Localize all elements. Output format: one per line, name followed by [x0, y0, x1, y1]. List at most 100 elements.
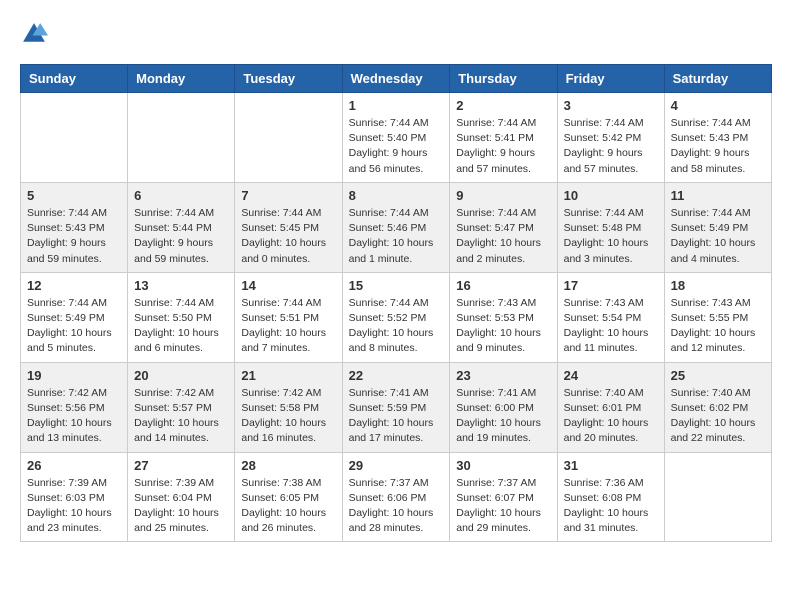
day-number: 18 — [671, 278, 765, 293]
calendar-cell: 10Sunrise: 7:44 AM Sunset: 5:48 PM Dayli… — [557, 182, 664, 272]
day-number: 5 — [27, 188, 121, 203]
day-number: 19 — [27, 368, 121, 383]
day-of-week-header: Monday — [128, 65, 235, 93]
day-number: 12 — [27, 278, 121, 293]
calendar-cell: 28 Sunrise: 7:38 AM Sunset: 6:05 PM Dayli… — [235, 452, 342, 542]
day-of-week-header: Sunday — [21, 65, 128, 93]
calendar-header-row: SundayMondayTuesdayWednesdayThursdayFrid… — [21, 65, 772, 93]
day-info: Sunrise: 7:43 AM Sunset: 5:53 PM Dayligh… — [456, 296, 550, 357]
day-info: Sunrise: 7:41 AM Sunset: 6:00 PM Dayligh… — [456, 386, 550, 447]
calendar-cell: 8 Sunrise: 7:44 AM Sunset: 5:46 PM Daylig… — [342, 182, 450, 272]
calendar-cell: 31Sunrise: 7:36 AM Sunset: 6:08 PM Dayli… — [557, 452, 664, 542]
calendar-cell: 3 Sunrise: 7:44 AM Sunset: 5:42 PM Daylig… — [557, 93, 664, 183]
calendar-cell: 19 Sunrise: 7:42 AM Sunset: 5:56 PM Dayli… — [21, 362, 128, 452]
calendar-cell: 14 Sunrise: 7:44 AM Sunset: 5:51 PM Dayli… — [235, 272, 342, 362]
day-info: Sunrise: 7:44 AM Sunset: 5:44 PM Dayligh… — [134, 206, 228, 267]
day-info: Sunrise: 7:42 AM Sunset: 5:56 PM Dayligh… — [27, 386, 121, 447]
day-number: 30 — [456, 458, 550, 473]
calendar-cell — [235, 93, 342, 183]
calendar-cell: 23Sunrise: 7:41 AM Sunset: 6:00 PM Dayli… — [450, 362, 557, 452]
day-of-week-header: Friday — [557, 65, 664, 93]
calendar-cell: 16 Sunrise: 7:43 AM Sunset: 5:53 PM Dayli… — [450, 272, 557, 362]
calendar-cell: 18Sunrise: 7:43 AM Sunset: 5:55 PM Dayli… — [664, 272, 771, 362]
calendar-cell: 17 Sunrise: 7:43 AM Sunset: 5:54 PM Dayli… — [557, 272, 664, 362]
calendar-cell: 7Sunrise: 7:44 AM Sunset: 5:45 PM Daylig… — [235, 182, 342, 272]
day-info: Sunrise: 7:44 AM Sunset: 5:50 PM Dayligh… — [134, 296, 228, 357]
day-number: 14 — [241, 278, 335, 293]
day-number: 9 — [456, 188, 550, 203]
day-info: Sunrise: 7:43 AM Sunset: 5:54 PM Dayligh… — [564, 296, 658, 357]
day-of-week-header: Wednesday — [342, 65, 450, 93]
calendar-cell: 26 Sunrise: 7:39 AM Sunset: 6:03 PM Dayli… — [21, 452, 128, 542]
calendar-cell — [664, 452, 771, 542]
calendar-cell — [21, 93, 128, 183]
day-info: Sunrise: 7:44 AM Sunset: 5:47 PM Dayligh… — [456, 206, 550, 267]
calendar-cell: 12 Sunrise: 7:44 AM Sunset: 5:49 PM Dayli… — [21, 272, 128, 362]
day-number: 25 — [671, 368, 765, 383]
calendar-cell: 13Sunrise: 7:44 AM Sunset: 5:50 PM Dayli… — [128, 272, 235, 362]
calendar-cell: 21 Sunrise: 7:42 AM Sunset: 5:58 PM Dayli… — [235, 362, 342, 452]
day-number: 26 — [27, 458, 121, 473]
day-info: Sunrise: 7:38 AM Sunset: 6:05 PM Dayligh… — [241, 476, 335, 537]
calendar-week-row: 5Sunrise: 7:44 AM Sunset: 5:43 PM Daylig… — [21, 182, 772, 272]
calendar-week-row: 12 Sunrise: 7:44 AM Sunset: 5:49 PM Dayli… — [21, 272, 772, 362]
day-info: Sunrise: 7:41 AM Sunset: 5:59 PM Dayligh… — [349, 386, 444, 447]
day-number: 3 — [564, 98, 658, 113]
page-header — [20, 20, 772, 48]
day-number: 24 — [564, 368, 658, 383]
day-number: 27 — [134, 458, 228, 473]
day-of-week-header: Tuesday — [235, 65, 342, 93]
calendar-table: SundayMondayTuesdayWednesdayThursdayFrid… — [20, 64, 772, 542]
day-info: Sunrise: 7:44 AM Sunset: 5:43 PM Dayligh… — [671, 116, 765, 177]
day-number: 28 — [241, 458, 335, 473]
day-info: Sunrise: 7:40 AM Sunset: 6:01 PM Dayligh… — [564, 386, 658, 447]
day-number: 17 — [564, 278, 658, 293]
day-info: Sunrise: 7:44 AM Sunset: 5:49 PM Dayligh… — [27, 296, 121, 357]
calendar-cell: 30Sunrise: 7:37 AM Sunset: 6:07 PM Dayli… — [450, 452, 557, 542]
day-number: 8 — [349, 188, 444, 203]
day-info: Sunrise: 7:44 AM Sunset: 5:51 PM Dayligh… — [241, 296, 335, 357]
day-info: Sunrise: 7:39 AM Sunset: 6:04 PM Dayligh… — [134, 476, 228, 537]
calendar-cell: 25 Sunrise: 7:40 AM Sunset: 6:02 PM Dayli… — [664, 362, 771, 452]
day-info: Sunrise: 7:42 AM Sunset: 5:58 PM Dayligh… — [241, 386, 335, 447]
calendar-week-row: 19 Sunrise: 7:42 AM Sunset: 5:56 PM Dayli… — [21, 362, 772, 452]
day-info: Sunrise: 7:40 AM Sunset: 6:02 PM Dayligh… — [671, 386, 765, 447]
calendar-cell: 22 Sunrise: 7:41 AM Sunset: 5:59 PM Dayli… — [342, 362, 450, 452]
day-info: Sunrise: 7:44 AM Sunset: 5:48 PM Dayligh… — [564, 206, 658, 267]
calendar-cell: 29 Sunrise: 7:37 AM Sunset: 6:06 PM Dayli… — [342, 452, 450, 542]
day-info: Sunrise: 7:44 AM Sunset: 5:46 PM Dayligh… — [349, 206, 444, 267]
calendar-cell: 20Sunrise: 7:42 AM Sunset: 5:57 PM Dayli… — [128, 362, 235, 452]
logo — [20, 20, 52, 48]
day-info: Sunrise: 7:37 AM Sunset: 6:06 PM Dayligh… — [349, 476, 444, 537]
day-number: 21 — [241, 368, 335, 383]
day-number: 6 — [134, 188, 228, 203]
day-info: Sunrise: 7:44 AM Sunset: 5:42 PM Dayligh… — [564, 116, 658, 177]
day-info: Sunrise: 7:36 AM Sunset: 6:08 PM Dayligh… — [564, 476, 658, 537]
calendar-cell: 6 Sunrise: 7:44 AM Sunset: 5:44 PM Daylig… — [128, 182, 235, 272]
day-number: 20 — [134, 368, 228, 383]
calendar-cell: 2Sunrise: 7:44 AM Sunset: 5:41 PM Daylig… — [450, 93, 557, 183]
day-number: 1 — [349, 98, 444, 113]
day-number: 7 — [241, 188, 335, 203]
day-of-week-header: Saturday — [664, 65, 771, 93]
calendar-week-row: 26 Sunrise: 7:39 AM Sunset: 6:03 PM Dayli… — [21, 452, 772, 542]
day-number: 15 — [349, 278, 444, 293]
day-info: Sunrise: 7:44 AM Sunset: 5:49 PM Dayligh… — [671, 206, 765, 267]
day-info: Sunrise: 7:44 AM Sunset: 5:52 PM Dayligh… — [349, 296, 444, 357]
day-number: 4 — [671, 98, 765, 113]
calendar-cell: 24 Sunrise: 7:40 AM Sunset: 6:01 PM Dayli… — [557, 362, 664, 452]
calendar-cell: 4 Sunrise: 7:44 AM Sunset: 5:43 PM Daylig… — [664, 93, 771, 183]
day-number: 11 — [671, 188, 765, 203]
calendar-cell: 5Sunrise: 7:44 AM Sunset: 5:43 PM Daylig… — [21, 182, 128, 272]
calendar-cell: 27 Sunrise: 7:39 AM Sunset: 6:04 PM Dayli… — [128, 452, 235, 542]
calendar-cell: 1Sunrise: 7:44 AM Sunset: 5:40 PM Daylig… — [342, 93, 450, 183]
day-number: 16 — [456, 278, 550, 293]
day-info: Sunrise: 7:39 AM Sunset: 6:03 PM Dayligh… — [27, 476, 121, 537]
day-of-week-header: Thursday — [450, 65, 557, 93]
day-number: 29 — [349, 458, 444, 473]
calendar-week-row: 1Sunrise: 7:44 AM Sunset: 5:40 PM Daylig… — [21, 93, 772, 183]
calendar-cell: 11 Sunrise: 7:44 AM Sunset: 5:49 PM Dayli… — [664, 182, 771, 272]
day-number: 22 — [349, 368, 444, 383]
day-info: Sunrise: 7:44 AM Sunset: 5:41 PM Dayligh… — [456, 116, 550, 177]
calendar-cell — [128, 93, 235, 183]
